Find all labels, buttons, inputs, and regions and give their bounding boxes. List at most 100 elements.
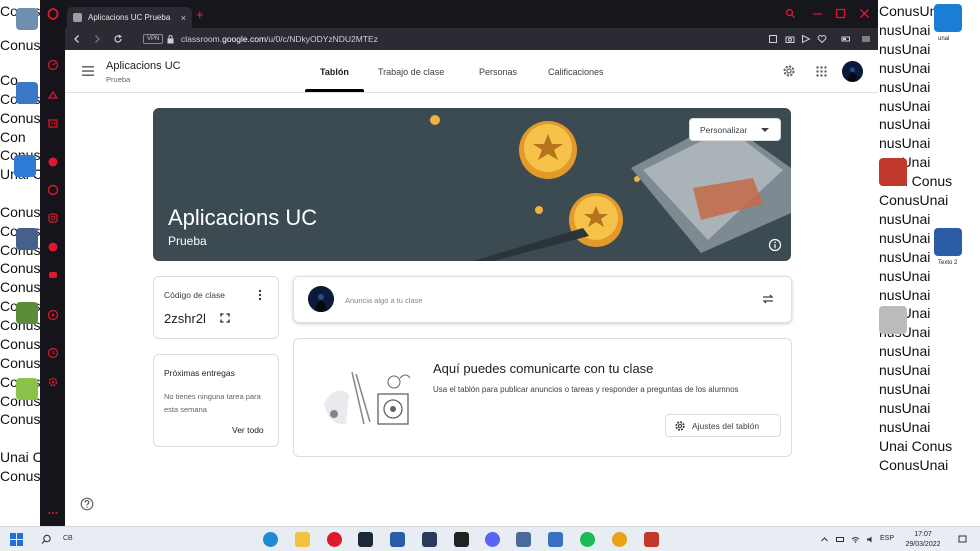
player-icon[interactable] [46,308,59,321]
vpn-badge[interactable]: VPN [143,34,164,44]
heart-icon[interactable] [817,34,827,44]
language-indicator[interactable]: ESP [880,535,894,542]
volume-icon[interactable] [866,535,875,544]
more-vert-icon[interactable] [256,289,264,301]
more-icon[interactable] [46,506,59,519]
help-icon[interactable] [80,497,94,511]
app-dark-icon[interactable] [422,532,437,547]
twitter-icon[interactable] [46,240,59,253]
spotify-icon[interactable] [580,532,595,547]
lock-icon[interactable] [166,34,175,44]
desktop-bg-text: Conus [0,110,41,126]
desktop-shortcut-icon[interactable] [14,155,36,177]
browser-window: Aplicacions UC Prueba × + VPN classroom.… [65,0,878,526]
taskbar-search-text[interactable]: CB [63,535,73,542]
back-icon[interactable] [71,33,83,45]
opera-menu-icon[interactable] [46,7,59,20]
chrome-icon[interactable] [612,532,627,547]
gear-icon [675,420,685,431]
battery-tray-icon[interactable] [836,535,845,544]
discord-icon[interactable] [46,268,59,281]
tab-classwork[interactable]: Trabajo de clase [378,67,444,77]
desktop-shortcut-icon[interactable] [16,8,38,30]
forward-icon[interactable] [91,33,103,45]
desktop-shortcut-icon[interactable] [16,378,38,400]
address-bar: VPN classroom.google.com/u/0/c/NDkyODYzN… [65,28,878,50]
app-red-icon[interactable] [644,532,659,547]
desktop-shortcut-icon[interactable] [16,302,38,324]
flow-icon[interactable] [46,88,59,101]
desktop-shortcut-icon[interactable] [934,4,962,32]
windows-taskbar: CB ESP 17:07 29/03/2022 [0,526,980,551]
minimize-icon[interactable] [810,6,824,20]
word-icon[interactable] [390,532,405,547]
search-tabs-icon[interactable] [783,6,797,20]
url-prefix: classroom. [181,34,223,44]
desktop-shortcut-icon[interactable] [16,82,38,104]
desktop-bg-text: nusUnai [879,418,931,435]
epic-games-icon[interactable] [454,532,469,547]
google-apps-icon[interactable] [816,66,827,77]
reload-icon[interactable] [112,33,124,45]
browser-tab[interactable]: Aplicacions UC Prueba × [67,7,192,28]
announce-box[interactable]: Anuncia algo a tu clase [293,276,792,323]
tab-grades[interactable]: Calificaciones [548,67,604,77]
discord-icon[interactable] [485,532,500,547]
easy-setup-icon[interactable] [861,34,871,44]
desktop-shortcut-label: Texto 2 [938,260,958,266]
desktop-shortcut-icon[interactable] [934,228,962,256]
fullscreen-icon[interactable] [220,313,230,323]
messenger-icon[interactable] [46,155,59,168]
desktop-shortcut-icon[interactable] [879,306,907,334]
desktop-shortcut-icon[interactable] [16,228,38,250]
desktop-bg-text: Unai Conus [879,437,953,454]
desktop-bg-text: nusUnai [879,362,931,379]
history-icon[interactable] [46,346,59,359]
tab-close-icon[interactable]: × [181,13,186,23]
new-tab-icon[interactable]: + [196,8,204,21]
stream-description: Usa el tablón para publicar anuncios o t… [433,385,739,394]
header-class-name[interactable]: Aplicacions UC [106,60,181,72]
account-avatar[interactable] [842,61,863,82]
notifications-icon[interactable] [958,535,967,544]
class-banner: Aplicacions UC Prueba Personalizar [153,108,791,261]
speed-dial-icon[interactable] [46,58,59,71]
tab-people[interactable]: Personas [479,67,517,77]
info-icon[interactable] [768,238,782,252]
tab-stream[interactable]: Tablón [320,67,349,77]
tray-chevron-icon[interactable] [820,535,829,544]
app-blue-icon[interactable] [548,532,563,547]
clock[interactable]: 17:07 29/03/2022 [903,530,943,550]
edit-icon[interactable] [768,34,778,44]
search-icon[interactable] [41,534,52,545]
wifi-icon[interactable] [851,535,860,544]
customize-button[interactable]: Personalizar [689,118,781,141]
twitch-icon[interactable] [46,117,59,130]
view-all-link[interactable]: Ver todo [232,425,264,435]
repost-icon[interactable] [761,292,775,306]
desktop-bg-text: nusUnai [879,248,931,265]
class-settings-icon[interactable] [782,64,796,78]
edge-icon[interactable] [263,532,278,547]
stream-settings-button[interactable]: Ajustes del tablón [665,414,781,437]
camera-icon[interactable] [785,34,795,44]
desktop-bg-text: nusUnai [879,135,931,152]
virtualbox-icon[interactable] [516,532,531,547]
close-window-icon[interactable] [857,6,871,20]
battery-icon[interactable] [841,34,851,44]
opera-icon[interactable] [327,532,342,547]
hamburger-menu-icon[interactable] [81,65,95,77]
steam-icon[interactable] [358,532,373,547]
windows-start-icon[interactable] [10,533,23,546]
file-explorer-icon[interactable] [295,532,310,547]
announce-placeholder[interactable]: Anuncia algo a tu clase [345,296,423,305]
send-icon[interactable] [801,34,811,44]
desktop-shortcut-icon[interactable] [879,158,907,186]
maximize-icon[interactable] [833,6,847,20]
settings-icon[interactable] [46,375,59,388]
whatsapp-icon[interactable] [46,183,59,196]
desktop-bg-text: nusUnai [879,229,931,246]
instagram-icon[interactable] [46,211,59,224]
desktop-bg-text: nusUnai [879,78,931,95]
url-field[interactable]: classroom.google.com/u/0/c/NDkyODYzNDU2M… [181,34,378,44]
